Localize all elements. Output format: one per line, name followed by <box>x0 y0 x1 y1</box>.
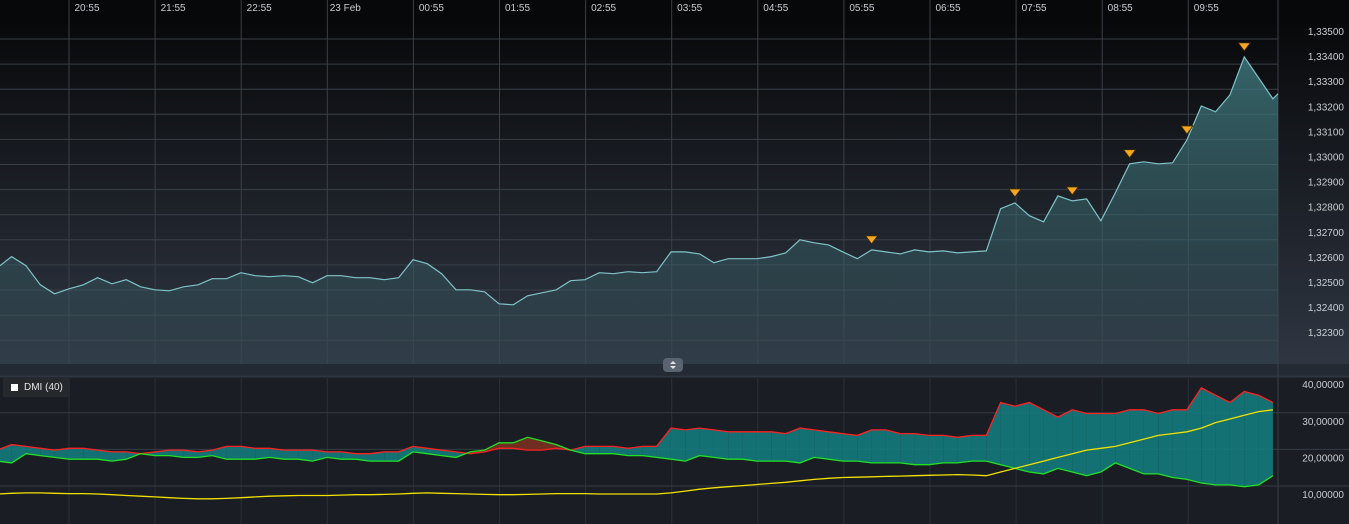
price-tick-label: 1,32700 <box>1308 228 1345 239</box>
dmi-fill-segment <box>943 435 958 463</box>
dmi-fill-segment <box>1057 409 1073 473</box>
time-tick-label: 05:55 <box>849 3 874 14</box>
time-tick-label: 03:55 <box>677 3 702 14</box>
chart-canvas[interactable]: 20:55 21:55 22:55 23 Feb 00:55 01:55 02:55 03:5… <box>0 0 1349 524</box>
time-tick-label: 23 Feb <box>330 3 362 14</box>
time-tick-label: 20:55 <box>74 3 99 14</box>
dmi-fill-segment <box>713 429 729 460</box>
time-tick-label: 09:55 <box>1194 3 1219 14</box>
dmi-fill-segment <box>1086 413 1101 476</box>
dmi-fill-segment <box>928 435 944 465</box>
dmi-fill-segment <box>670 428 686 462</box>
dmi-tick-label: 30,00000 <box>1302 417 1344 428</box>
dmi-tick-label: 40,00000 <box>1302 380 1344 391</box>
dmi-fill-segment <box>1014 402 1030 473</box>
dmi-tick-label: 20,00000 <box>1302 453 1344 464</box>
time-tick-label: 02:55 <box>591 3 616 14</box>
dmi-fill-segment <box>384 451 399 462</box>
time-tick-label: 21:55 <box>161 3 186 14</box>
dmi-fill-segment <box>871 429 886 463</box>
dmi-fill-segment <box>842 433 858 462</box>
dmi-fill-segment <box>814 429 829 460</box>
dmi-fill-segment <box>771 431 786 462</box>
dmi-fill-segment <box>1201 387 1216 485</box>
price-tick-label: 1,32600 <box>1308 253 1345 264</box>
dmi-fill-segment <box>226 446 241 460</box>
price-tick-label: 1,32800 <box>1308 203 1345 214</box>
price-tick-label: 1,32300 <box>1308 328 1345 339</box>
time-tick-label: 01:55 <box>505 3 530 14</box>
dmi-fill-segment <box>599 446 614 454</box>
dmi-fill-segment <box>699 428 714 458</box>
dmi-fill-segment <box>1244 391 1259 487</box>
dmi-fill-segment <box>1158 409 1173 478</box>
dmi-fill-segment <box>498 442 514 449</box>
pane-resize-handle[interactable] <box>663 358 683 372</box>
chevron-down-icon <box>670 366 676 369</box>
dmi-legend-label: DMI (40) <box>24 382 63 393</box>
dmi-fill-segment <box>971 435 987 462</box>
dmi-fill-segment <box>728 431 743 460</box>
dmi-fill-segment <box>885 429 901 463</box>
dmi-fill-segment <box>900 433 915 465</box>
price-tick-label: 1,33000 <box>1308 153 1345 164</box>
dmi-fill-segment <box>1100 413 1116 473</box>
dmi-fill-segment <box>914 433 929 465</box>
dmi-legend[interactable]: DMI (40) <box>3 378 70 397</box>
time-tick-label: 22:55 <box>247 3 272 14</box>
price-tick-label: 1,32900 <box>1308 178 1345 189</box>
price-tick-label: 1,33200 <box>1308 102 1345 113</box>
dmi-fill-segment <box>742 431 757 462</box>
dmi-fill-segment <box>68 448 84 460</box>
dmi-fill-segment <box>283 450 299 460</box>
dmi-fill-segment <box>1072 409 1087 476</box>
dmi-fill-segment <box>1215 395 1230 485</box>
price-tick-label: 1,33500 <box>1308 27 1345 38</box>
dmi-fill-segment <box>957 435 972 463</box>
dmi-fill-segment <box>1143 409 1159 474</box>
price-tick-label: 1,33100 <box>1308 127 1345 138</box>
time-tick-label: 06:55 <box>935 3 960 14</box>
dmi-fill-segment <box>1115 409 1130 469</box>
dmi-tick-label: 10,00000 <box>1302 490 1344 501</box>
time-tick-label: 00:55 <box>419 3 444 14</box>
dmi-fill-segment <box>1000 402 1015 469</box>
price-tick-label: 1,33300 <box>1308 77 1345 88</box>
dmi-fill-segment <box>1229 391 1245 487</box>
time-tick-label: 07:55 <box>1022 3 1047 14</box>
time-tick-label: 04:55 <box>763 3 788 14</box>
price-tick-label: 1,32400 <box>1308 303 1345 314</box>
time-tick-label: 08:55 <box>1108 3 1133 14</box>
dmi-fill-segment <box>756 431 772 462</box>
price-tick-label: 1,32500 <box>1308 278 1345 289</box>
legend-square-icon <box>11 384 18 391</box>
dmi-fill-segment <box>584 446 600 454</box>
chevron-up-icon <box>670 361 676 364</box>
dmi-fill-segment <box>1258 395 1273 485</box>
dmi-fill-segment <box>828 431 843 462</box>
dmi-fill-segment <box>1043 409 1058 474</box>
time-axis-bar <box>0 0 1349 24</box>
price-tick-label: 1,33400 <box>1308 52 1345 63</box>
dmi-fill-segment <box>1172 409 1187 480</box>
